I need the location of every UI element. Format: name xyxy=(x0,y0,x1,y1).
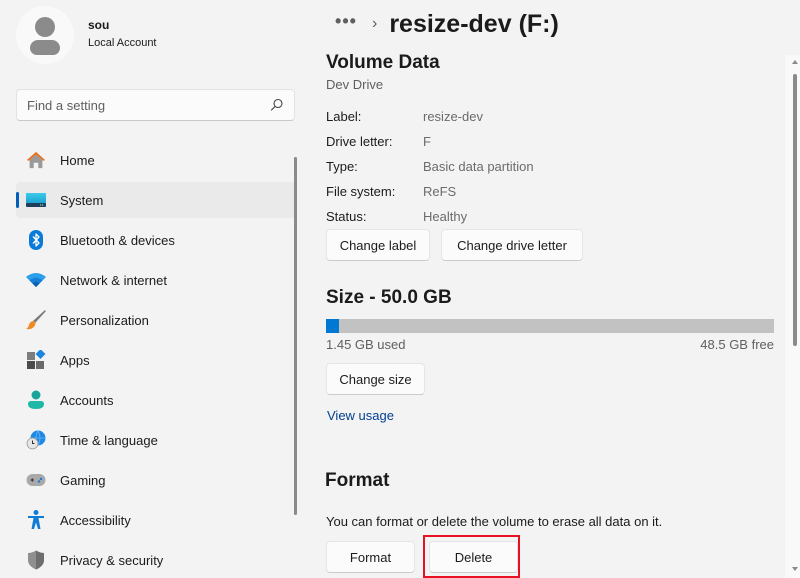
system-icon xyxy=(26,190,46,210)
search-input[interactable] xyxy=(27,97,270,113)
scroll-up-arrow-icon[interactable] xyxy=(792,60,798,64)
sidebar-item-label: Home xyxy=(60,152,95,168)
sidebar: sou Local Account Home System Blue xyxy=(0,0,306,578)
globe-clock-icon xyxy=(26,430,46,450)
volume-data-heading: Volume Data xyxy=(326,52,440,73)
sidebar-item-label: Privacy & security xyxy=(60,552,164,568)
size-heading: Size - 50.0 GB xyxy=(326,287,452,308)
profile-name: sou xyxy=(88,18,110,32)
change-drive-letter-button[interactable]: Change drive letter xyxy=(441,229,583,261)
view-usage-link[interactable]: View usage xyxy=(327,408,394,423)
sidebar-item-accessibility[interactable]: Accessibility xyxy=(16,502,295,538)
sidebar-nav: Home System Bluetooth & devices Network … xyxy=(16,142,295,578)
avatar-body-icon xyxy=(30,40,60,55)
sidebar-item-label: Gaming xyxy=(60,472,106,488)
property-row: Drive letter: F xyxy=(326,129,534,154)
user-profile[interactable]: sou Local Account xyxy=(16,6,157,64)
sidebar-item-privacy-security[interactable]: Privacy & security xyxy=(16,542,295,578)
accessibility-icon xyxy=(26,510,46,530)
profile-account-type: Local Account xyxy=(88,37,157,49)
sidebar-item-label: Bluetooth & devices xyxy=(60,232,175,248)
change-label-button[interactable]: Change label xyxy=(326,229,430,261)
main-content: ••• › resize-dev (F:) Volume Data Dev Dr… xyxy=(306,0,800,578)
sidebar-item-label: Network & internet xyxy=(60,272,167,288)
volume-subtitle: Dev Drive xyxy=(326,77,384,92)
property-key: Drive letter: xyxy=(326,134,393,149)
property-row: File system: ReFS xyxy=(326,179,534,204)
free-space-label: 48.5 GB free xyxy=(700,337,774,352)
sidebar-item-personalization[interactable]: Personalization xyxy=(16,302,295,338)
sidebar-item-accounts[interactable]: Accounts xyxy=(16,382,295,418)
search-box[interactable] xyxy=(16,89,295,121)
page-title: resize-dev (F:) xyxy=(389,9,559,38)
sidebar-item-label: Time & language xyxy=(60,432,158,448)
search-icon[interactable] xyxy=(270,98,284,112)
active-indicator xyxy=(16,192,19,208)
used-space-label: 1.45 GB used xyxy=(326,337,406,352)
sidebar-item-network[interactable]: Network & internet xyxy=(16,262,295,298)
sidebar-item-home[interactable]: Home xyxy=(16,142,295,178)
property-value: F xyxy=(423,134,431,149)
change-size-button[interactable]: Change size xyxy=(326,363,425,395)
delete-button[interactable]: Delete xyxy=(429,541,518,573)
property-row: Type: Basic data partition xyxy=(326,154,534,179)
main-scrollbar-thumb[interactable] xyxy=(793,74,797,346)
avatar-head-icon xyxy=(35,17,55,37)
property-row: Label: resize-dev xyxy=(326,104,534,129)
sidebar-item-label: Accounts xyxy=(60,392,114,408)
sidebar-item-label: System xyxy=(60,192,104,208)
volume-properties: Label: resize-dev Drive letter: F Type: … xyxy=(326,104,534,229)
breadcrumb-more-button[interactable]: ••• xyxy=(330,11,362,32)
sidebar-scrollbar[interactable] xyxy=(294,157,297,515)
avatar xyxy=(16,6,74,64)
apps-icon xyxy=(26,350,46,370)
property-key: Type: xyxy=(326,159,358,174)
sidebar-item-time-language[interactable]: Time & language xyxy=(16,422,295,458)
sidebar-item-label: Apps xyxy=(60,352,90,368)
breadcrumb: ••• › resize-dev (F:) xyxy=(330,6,559,42)
storage-usage-bar xyxy=(326,319,774,333)
property-value: Healthy xyxy=(423,209,468,224)
format-heading: Format xyxy=(325,470,390,491)
property-key: Label: xyxy=(326,109,362,124)
sidebar-item-label: Accessibility xyxy=(60,512,131,528)
sidebar-item-system[interactable]: System xyxy=(16,182,295,218)
home-icon xyxy=(26,150,46,170)
sidebar-item-apps[interactable]: Apps xyxy=(16,342,295,378)
property-key: File system: xyxy=(326,184,396,199)
sidebar-item-bluetooth[interactable]: Bluetooth & devices xyxy=(16,222,295,258)
accounts-icon xyxy=(26,390,46,410)
shield-icon xyxy=(26,550,46,570)
format-button[interactable]: Format xyxy=(326,541,415,573)
property-value: Basic data partition xyxy=(423,159,534,174)
chevron-right-icon: › xyxy=(372,15,378,32)
format-description: You can format or delete the volume to e… xyxy=(326,514,663,529)
property-key: Status: xyxy=(326,209,367,224)
sidebar-item-label: Personalization xyxy=(60,312,149,328)
sidebar-item-gaming[interactable]: Gaming xyxy=(16,462,295,498)
scroll-down-arrow-icon[interactable] xyxy=(792,567,798,571)
property-value: resize-dev xyxy=(423,109,483,124)
gamepad-icon xyxy=(26,470,46,490)
brush-icon xyxy=(26,310,46,330)
storage-usage-fill xyxy=(326,319,339,333)
property-value: ReFS xyxy=(423,184,457,199)
bluetooth-icon xyxy=(26,230,46,250)
wifi-icon xyxy=(26,270,46,290)
property-row: Status: Healthy xyxy=(326,204,534,229)
